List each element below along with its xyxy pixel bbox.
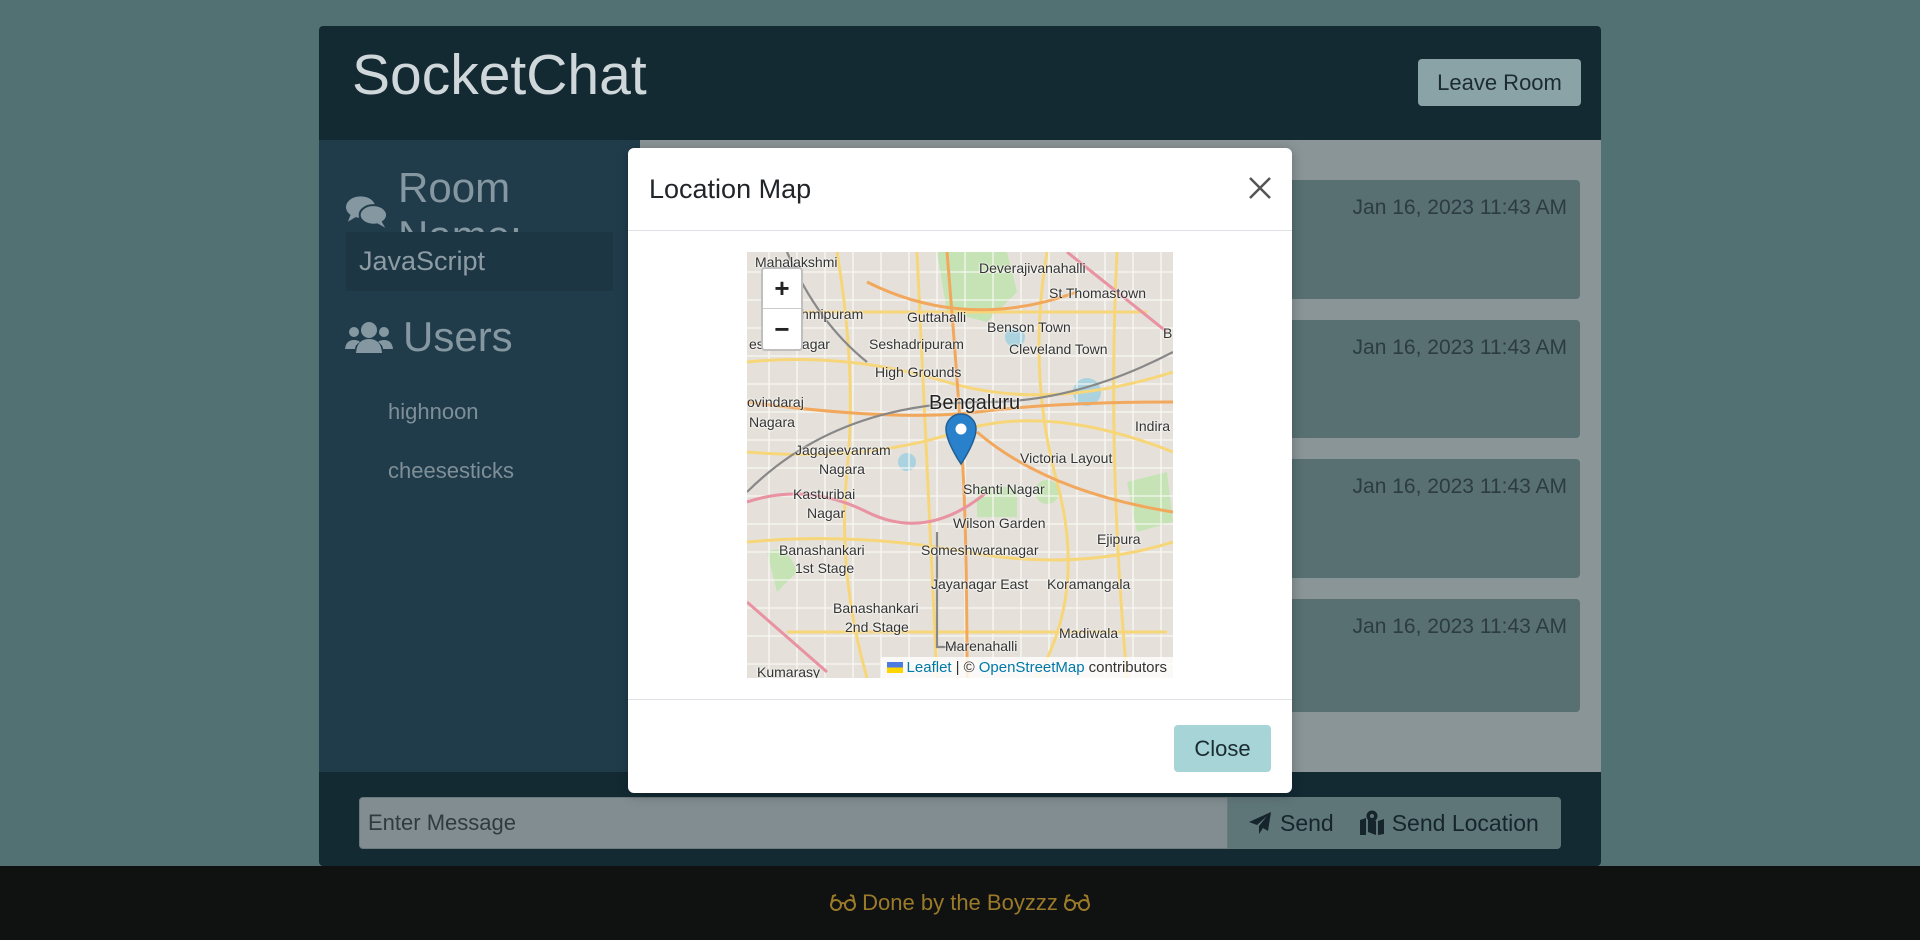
map-place-label: Madiwala	[1059, 625, 1119, 641]
map-place-label: Victoria Layout	[1020, 450, 1113, 466]
glasses-icon	[1063, 894, 1090, 911]
map-place-label: B	[1163, 325, 1173, 341]
map-place-label: Nagar	[807, 505, 846, 521]
map-place-label: hmipuram	[801, 306, 864, 322]
footer-text: Done by the Boyzzz	[862, 890, 1058, 915]
map-place-label: Shanti Nagar	[963, 481, 1045, 497]
map-place-label: St Thomastown	[1049, 285, 1147, 301]
zoom-in-button[interactable]: +	[763, 269, 801, 309]
location-map-modal: Location Map Mahalakshmi Deverajivanahal…	[628, 148, 1292, 793]
attribution-tail: contributors	[1088, 659, 1167, 676]
map-place-label: Banashankari	[833, 600, 919, 616]
map-place-label: High Grounds	[875, 364, 962, 380]
leaflet-link[interactable]: Leaflet	[907, 659, 952, 676]
close-x-icon[interactable]	[1244, 172, 1276, 204]
map-place-label: Wilson Garden	[953, 515, 1046, 531]
map-place-label: Cleveland Town	[1009, 341, 1108, 357]
map-place-label: Marenahalli	[945, 638, 1018, 654]
map-attribution: Leaflet | © OpenStreetMap contributors	[880, 657, 1173, 678]
map-place-label: Nagara	[819, 461, 865, 477]
map-place-label: Kumarasy	[757, 664, 821, 678]
zoom-out-button[interactable]: −	[763, 309, 801, 349]
map-place-label: ovindaraj	[747, 394, 804, 410]
map-place-label: 1st Stage	[795, 560, 855, 576]
map-zoom-control: + −	[761, 267, 803, 351]
attribution-separator: | ©	[955, 659, 975, 676]
map-place-label: Nagara	[749, 414, 795, 430]
glasses-icon	[830, 894, 857, 911]
ukraine-flag-icon	[886, 662, 903, 673]
modal-header: Location Map	[628, 148, 1292, 231]
modal-close-button[interactable]: Close	[1174, 725, 1271, 772]
map-place-label: Guttahalli	[907, 309, 967, 325]
map-place-label: Deverajivanahalli	[979, 260, 1086, 276]
page-footer: Done by the Boyzzz	[0, 866, 1920, 940]
map-place-label: Benson Town	[987, 319, 1071, 335]
map-place-label: Seshadripuram	[869, 336, 964, 352]
map-place-label: Koramangala	[1047, 576, 1131, 592]
location-map[interactable]: Mahalakshmi out Deverajivanahalli St Tho…	[747, 252, 1173, 678]
map-place-label: Someshwaranagar	[921, 542, 1039, 558]
map-place-label: Indira	[1135, 418, 1171, 434]
map-place-label: 2nd Stage	[845, 619, 909, 635]
map-place-label: Jagajeevanram	[795, 442, 891, 458]
map-place-label: Ejipura	[1097, 531, 1141, 547]
modal-body: Mahalakshmi out Deverajivanahalli St Tho…	[628, 231, 1292, 700]
openstreetmap-link[interactable]: OpenStreetMap	[979, 659, 1085, 676]
map-place-label: Jayanagar East	[931, 576, 1029, 592]
modal-title: Location Map	[649, 174, 812, 204]
map-marker-icon[interactable]	[944, 412, 978, 466]
map-place-label: Banashankari	[779, 542, 865, 558]
map-place-label: Kasturibai	[793, 486, 856, 502]
